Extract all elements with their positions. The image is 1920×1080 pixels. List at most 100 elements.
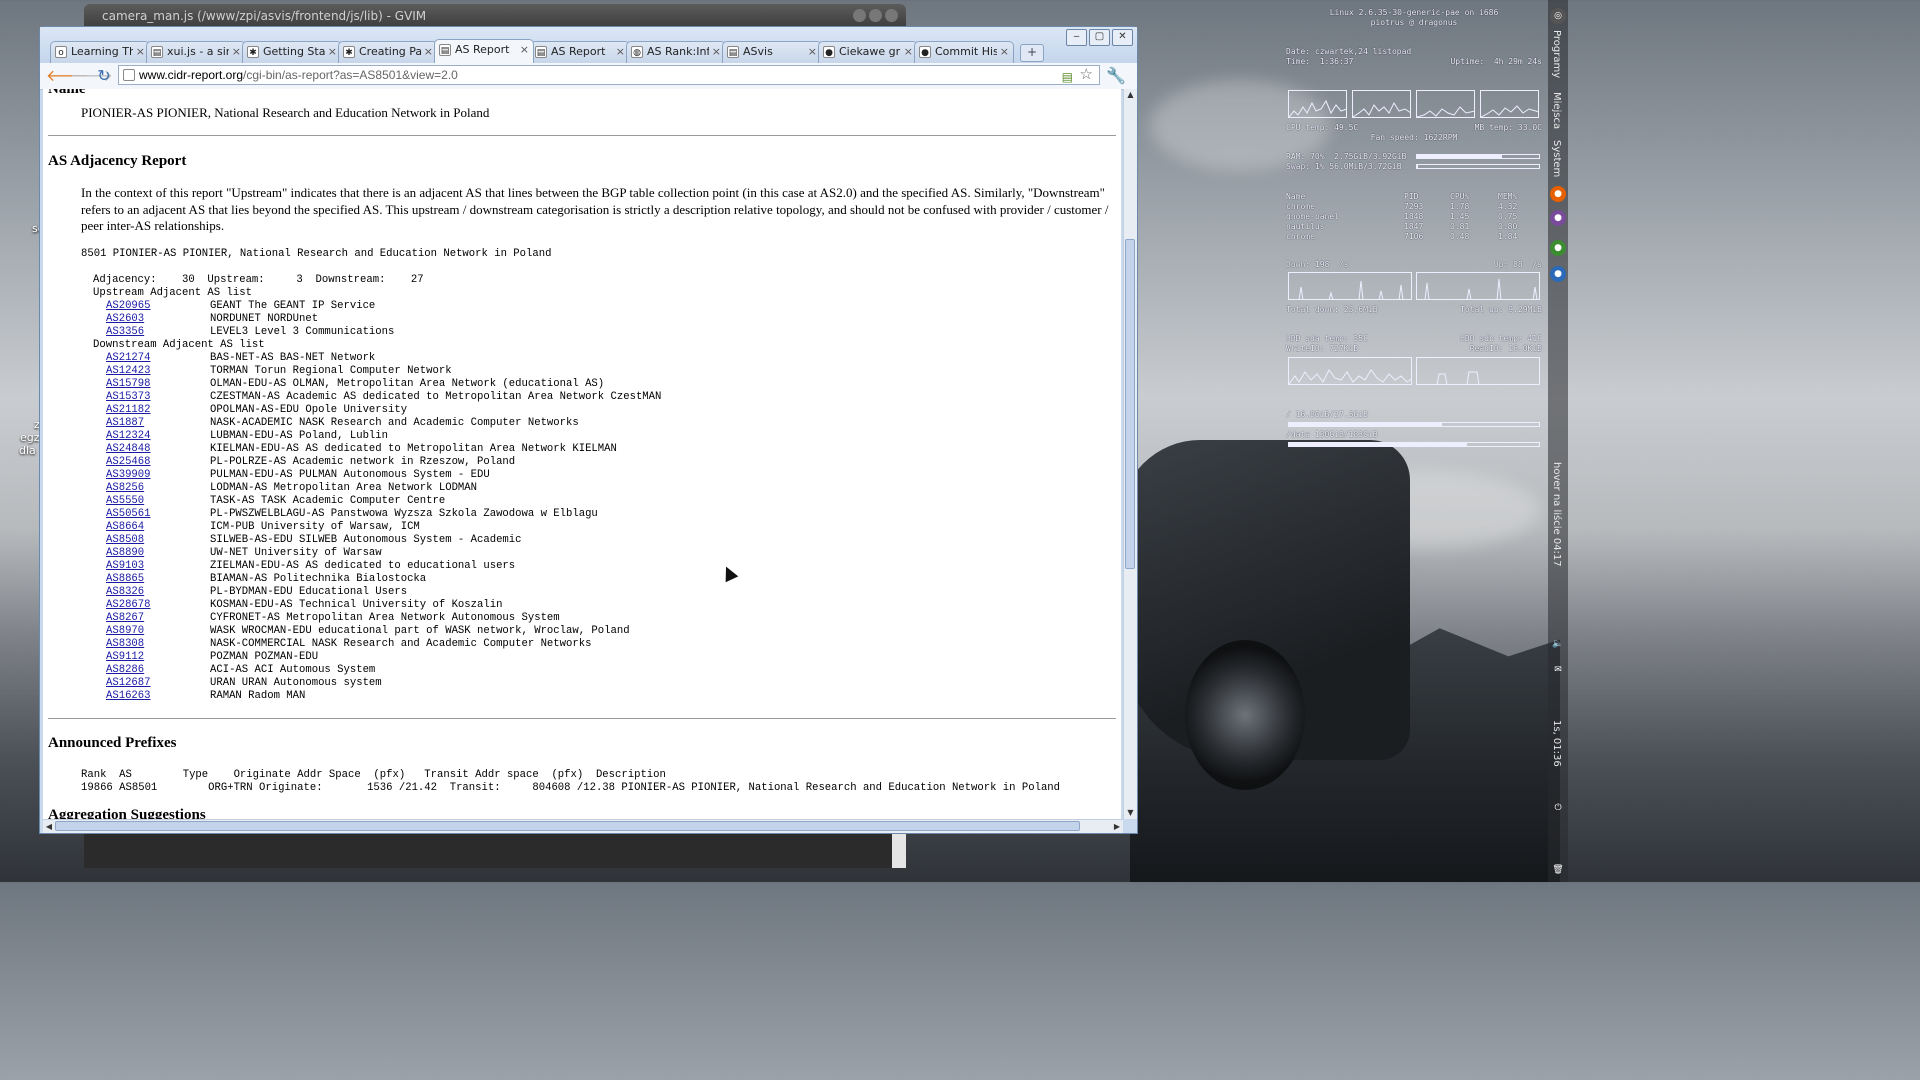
close-icon[interactable] <box>885 9 898 22</box>
as-link[interactable]: AS8890 <box>106 547 210 560</box>
tab-9[interactable]: ● Ciekawe graf× <box>818 41 918 63</box>
horizontal-scroll-thumb[interactable] <box>55 821 1080 831</box>
desktop-label[interactable]: egz <box>20 431 40 444</box>
as-link[interactable]: AS12423 <box>106 365 210 378</box>
as-link[interactable]: AS28678 <box>106 599 210 612</box>
scroll-down-icon[interactable]: ▼ <box>1124 807 1137 819</box>
gvim-editor-area[interactable] <box>84 834 906 868</box>
tab-1[interactable]: o Learning Thr× <box>50 41 150 63</box>
wrench-menu-icon[interactable]: 🔧 <box>1106 66 1126 85</box>
scroll-up-icon[interactable]: ▲ <box>1124 89 1137 101</box>
pidgin-icon[interactable]: ● <box>1550 210 1566 226</box>
trash-icon[interactable]: 🗑 <box>1550 862 1566 878</box>
as-link[interactable]: AS3356 <box>106 326 210 339</box>
tab-4[interactable]: ✱ Creating Part× <box>338 41 438 63</box>
tab-close-icon[interactable]: × <box>136 42 145 62</box>
as-link[interactable]: AS8664 <box>106 521 210 534</box>
tab-close-icon[interactable]: × <box>904 42 913 62</box>
gvim-titlebar[interactable]: camera_man.js (/www/zpi/asvis/frontend/j… <box>84 4 906 28</box>
back-arrow-icon[interactable]: 🡐 <box>46 66 89 86</box>
maximize-button[interactable]: ▢ <box>1089 29 1110 46</box>
close-button[interactable]: ✕ <box>1112 29 1133 46</box>
tab-3[interactable]: ✱ Getting Start× <box>242 41 342 63</box>
as-link[interactable]: AS2603 <box>106 313 210 326</box>
as-link[interactable]: AS8970 <box>106 625 210 638</box>
ubuntu-logo-icon[interactable]: ◎ <box>1550 8 1566 24</box>
tab-6[interactable]: ▤ AS Report × <box>530 41 630 63</box>
as-list-row: AS8970 WASK WROCMAN-EDU educational part … <box>106 625 630 638</box>
scroll-left-icon[interactable]: ◀ <box>43 820 55 833</box>
vertical-scrollbar[interactable]: ▲ ▼ <box>1123 89 1137 819</box>
as-link[interactable]: AS50561 <box>106 508 210 521</box>
as-link[interactable]: AS25468 <box>106 456 210 469</box>
tab-8[interactable]: ▤ ASvis × <box>722 41 822 63</box>
as-description: TORMAN Torun Regional Computer Network <box>210 365 452 377</box>
as-list-row: AS12324 LUBMAN-EDU-AS Poland, Lublin <box>106 430 388 443</box>
as-link[interactable]: AS8256 <box>106 482 210 495</box>
page-viewport[interactable]: Name PIONIER-AS PIONIER, National Resear… <box>43 89 1121 819</box>
process-table-cell: 1.84 <box>1498 232 1518 241</box>
tab-10[interactable]: ● Commit Histo× <box>914 41 1014 63</box>
as-link[interactable]: AS12687 <box>106 677 210 690</box>
globe-favicon-icon: ◍ <box>631 46 643 58</box>
new-tab-button[interactable]: + <box>1020 44 1044 62</box>
as-link[interactable]: AS15373 <box>106 391 210 404</box>
tab-close-icon[interactable]: × <box>616 42 625 62</box>
tab-close-icon[interactable]: × <box>520 40 529 60</box>
as-link[interactable]: AS5550 <box>106 495 210 508</box>
chrome-icon[interactable]: ● <box>1550 240 1566 256</box>
as-link[interactable]: AS8508 <box>106 534 210 547</box>
thunderbird-icon[interactable]: ● <box>1550 266 1566 282</box>
as-link[interactable]: AS8326 <box>106 586 210 599</box>
forward-arrow-icon[interactable]: 🡒 <box>70 66 113 86</box>
volume-icon[interactable]: 🔈 <box>1550 636 1566 652</box>
minimize-icon[interactable] <box>853 9 866 22</box>
tab-close-icon[interactable]: × <box>1000 42 1009 62</box>
as-link[interactable]: AS24848 <box>106 443 210 456</box>
bookmark-star-icon[interactable]: ☆ <box>1080 66 1093 84</box>
as-link[interactable]: AS21182 <box>106 404 210 417</box>
mail-icon[interactable]: ✉ <box>1550 662 1566 678</box>
as-link[interactable]: AS8308 <box>106 638 210 651</box>
desktop-label[interactable]: dla <box>19 444 36 457</box>
as-link[interactable]: AS12324 <box>106 430 210 443</box>
address-bar[interactable]: www.cidr-report.org/cgi-bin/as-report?as… <box>118 65 1100 85</box>
tab-close-icon[interactable]: × <box>232 42 241 62</box>
as-link[interactable]: AS8865 <box>106 573 210 586</box>
as-link[interactable]: AS9112 <box>106 651 210 664</box>
as-link[interactable]: AS8267 <box>106 612 210 625</box>
as-list-row: AS8664 ICM-PUB University of Warsaw, ICM <box>106 521 420 534</box>
as-link[interactable]: AS15798 <box>106 378 210 391</box>
as-link[interactable]: AS8286 <box>106 664 210 677</box>
reload-icon[interactable]: ↻ <box>94 66 114 86</box>
as-description: POZMAN POZMAN-EDU <box>210 651 319 663</box>
tab-close-icon[interactable]: × <box>424 42 433 62</box>
power-icon[interactable]: ⏻ <box>1550 800 1566 816</box>
browser-titlebar[interactable]: ‒ ▢ ✕ oLearning Thr×▤xui.js - a simp×✱Ge… <box>40 27 1137 63</box>
scroll-right-icon[interactable]: ▶ <box>1111 820 1123 833</box>
menu-places[interactable]: Miejsca <box>1551 92 1562 129</box>
as-link[interactable]: AS9103 <box>106 560 210 573</box>
firefox-icon[interactable]: ● <box>1550 186 1566 202</box>
tab-7[interactable]: ◍ AS Rank:Info× <box>626 41 726 63</box>
as-link[interactable]: AS1887 <box>106 417 210 430</box>
process-table-cell: 1848 <box>1404 212 1424 221</box>
panel-clock[interactable]: hover na liście 04:17 <box>1551 462 1562 567</box>
as-link[interactable]: AS16263 <box>106 690 210 703</box>
maximize-icon[interactable] <box>869 9 882 22</box>
tab-2[interactable]: ▤ xui.js - a simp× <box>146 41 246 63</box>
tab-close-icon[interactable]: × <box>712 42 721 62</box>
tab-close-icon[interactable]: × <box>808 42 817 62</box>
as-link[interactable]: AS21274 <box>106 352 210 365</box>
rss-feed-icon[interactable]: ▤ <box>1062 68 1073 86</box>
menu-system[interactable]: System <box>1551 140 1562 177</box>
menu-programs[interactable]: Programy <box>1551 30 1562 78</box>
minimize-button[interactable]: ‒ <box>1066 29 1087 46</box>
as-link[interactable]: AS20965 <box>106 300 210 313</box>
horizontal-scrollbar[interactable]: ◀ ▶ <box>43 819 1123 833</box>
vertical-scroll-thumb[interactable] <box>1125 239 1135 569</box>
tab-close-icon[interactable]: × <box>328 42 337 62</box>
tab-5[interactable]: ▤ AS Report × <box>434 39 534 63</box>
as-link[interactable]: AS39909 <box>106 469 210 482</box>
gvim-window-controls[interactable] <box>853 9 898 22</box>
